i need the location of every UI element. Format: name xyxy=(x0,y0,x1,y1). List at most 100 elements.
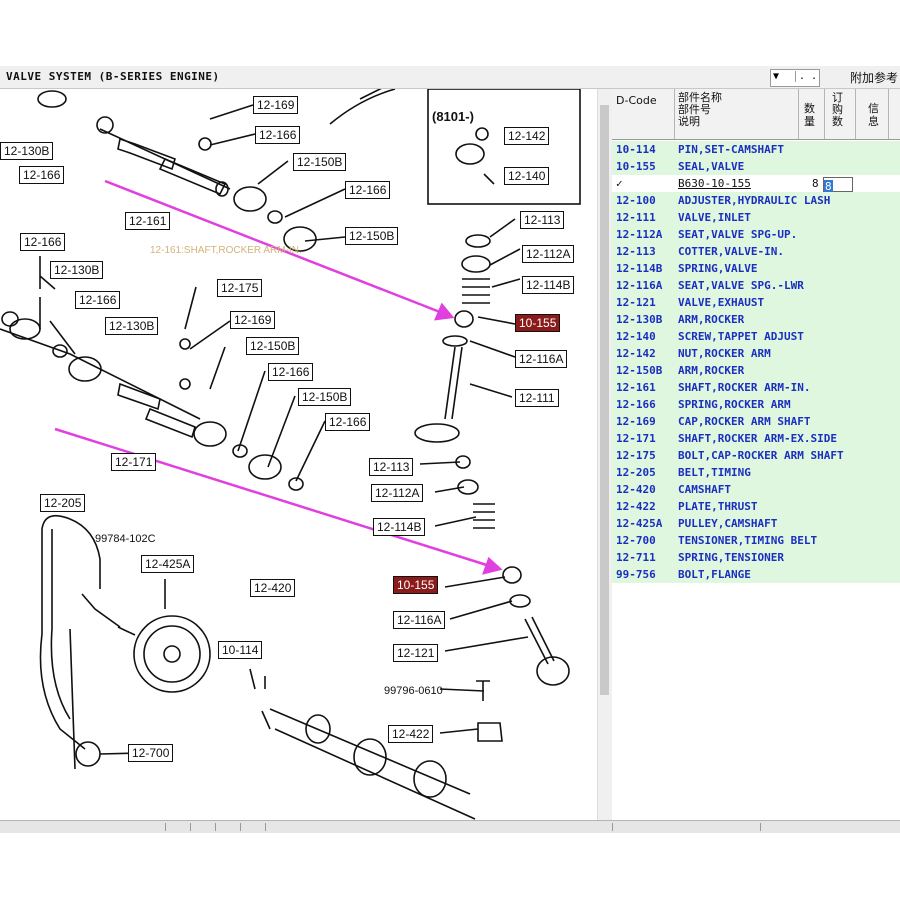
part-label-10-155-selected[interactable]: 10-155 xyxy=(393,576,439,594)
part-label-12-166[interactable]: 12-166 xyxy=(255,126,301,144)
part-number-text[interactable]: 99796-0610 xyxy=(384,685,443,697)
column-header-info-2[interactable]: 息 xyxy=(868,116,879,128)
row-name: SPRING,VALVE xyxy=(678,262,758,275)
row-quantity: 8 xyxy=(812,177,819,190)
scrollbar-thumb[interactable] xyxy=(600,105,609,695)
row-code: 12-171 xyxy=(616,432,656,445)
window-title: VALVE SYSTEM (B-SERIES ENGINE) xyxy=(6,70,220,83)
table-row[interactable]: 12-130B ARM,ROCKER xyxy=(612,311,900,328)
part-label-12-161[interactable]: 12-161 xyxy=(125,212,171,230)
part-label-12-169[interactable]: 12-169 xyxy=(253,96,299,114)
order-quantity-input[interactable]: 8 xyxy=(823,177,853,193)
row-code: 12-711 xyxy=(616,551,656,564)
part-label-12-175[interactable]: 12-175 xyxy=(217,279,263,297)
part-label-12-114b[interactable]: 12-114B xyxy=(522,276,575,294)
table-row[interactable]: 12-142 NUT,ROCKER ARM xyxy=(612,345,900,362)
table-row[interactable]: 12-161 SHAFT,ROCKER ARM-IN. xyxy=(612,379,900,396)
part-label-12-166[interactable]: 12-166 xyxy=(268,363,314,381)
row-name: TENSIONER,TIMING BELT xyxy=(678,534,818,547)
row-name: PULLEY,CAMSHAFT xyxy=(678,517,778,530)
row-name: ARM,ROCKER xyxy=(678,364,745,377)
part-label-12-116a[interactable]: 12-116A xyxy=(393,611,446,629)
table-body: 10-114 PIN,SET-CAMSHAFT 10-155 SEAL,VALVE … xyxy=(612,141,900,583)
table-row[interactable]: 12-420 CAMSHAFT xyxy=(612,481,900,498)
part-label-12-142[interactable]: 12-142 xyxy=(504,127,550,145)
row-name: NUT,ROCKER ARM xyxy=(678,347,771,360)
part-label-12-130b[interactable]: 12-130B xyxy=(50,261,104,279)
part-label-12-425a[interactable]: 12-425A xyxy=(141,555,195,573)
part-label-12-113[interactable]: 12-113 xyxy=(520,211,565,229)
column-header-dcode[interactable]: D-Code xyxy=(616,95,657,107)
chevron-down-icon[interactable]: ▼ xyxy=(773,71,779,82)
part-label-12-700[interactable]: 12-700 xyxy=(128,744,174,762)
part-label-12-150b[interactable]: 12-150B xyxy=(293,153,347,171)
part-label-12-130b[interactable]: 12-130B xyxy=(0,142,54,160)
part-label-12-130b[interactable]: 12-130B xyxy=(105,317,159,335)
part-label-12-140[interactable]: 12-140 xyxy=(504,167,550,185)
table-row[interactable]: 12-205 BELT,TIMING xyxy=(612,464,900,481)
column-header-qty-1[interactable]: 数 xyxy=(804,103,815,115)
part-label-12-166[interactable]: 12-166 xyxy=(19,166,65,184)
inset-box xyxy=(427,89,581,205)
view-select[interactable]: ▼ . . xyxy=(770,69,820,87)
browse-button[interactable]: . . xyxy=(794,71,817,82)
row-name: SPRING,TENSIONER xyxy=(678,551,784,564)
column-header-order-3[interactable]: 数 xyxy=(832,116,843,128)
part-label-12-169[interactable]: 12-169 xyxy=(230,311,276,329)
column-header-qty-2[interactable]: 量 xyxy=(804,116,815,128)
table-row[interactable]: 12-425A PULLEY,CAMSHAFT xyxy=(612,515,900,532)
part-label-12-114b[interactable]: 12-114B xyxy=(373,518,426,536)
row-code: 12-130B xyxy=(616,313,663,326)
table-row[interactable]: 12-113 COTTER,VALVE-IN. xyxy=(612,243,900,260)
reference-label[interactable]: 附加参考 xyxy=(850,69,898,86)
table-row[interactable]: 12-112A SEAT,VALVE SPG-UP. xyxy=(612,226,900,243)
part-label-12-111[interactable]: 12-111 xyxy=(515,389,559,407)
part-label-12-112a[interactable]: 12-112A xyxy=(371,484,424,502)
diagram-scrollbar[interactable] xyxy=(597,89,612,820)
table-row[interactable]: 12-422 PLATE,THRUST xyxy=(612,498,900,515)
table-row[interactable]: 12-166 SPRING,ROCKER ARM xyxy=(612,396,900,413)
table-row[interactable]: 12-150B ARM,ROCKER xyxy=(612,362,900,379)
table-row[interactable]: 12-711 SPRING,TENSIONER xyxy=(612,549,900,566)
table-row-part-number[interactable]: ✓ B630-10-155 8 8 xyxy=(612,175,900,193)
part-label-12-112a[interactable]: 12-112A xyxy=(522,245,575,263)
table-row[interactable]: 12-121 VALVE,EXHAUST xyxy=(612,294,900,311)
table-row[interactable]: 10-114 PIN,SET-CAMSHAFT xyxy=(612,141,900,158)
part-label-12-166[interactable]: 12-166 xyxy=(325,413,371,431)
table-row[interactable]: 12-114B SPRING,VALVE xyxy=(612,260,900,277)
table-row[interactable]: 12-116A SEAT,VALVE SPG.-LWR xyxy=(612,277,900,294)
part-label-12-150b[interactable]: 12-150B xyxy=(345,227,399,245)
table-row[interactable]: 12-171 SHAFT,ROCKER ARM-EX.SIDE xyxy=(612,430,900,447)
part-label-10-114[interactable]: 10-114 xyxy=(218,641,263,659)
part-label-12-171[interactable]: 12-171 xyxy=(111,453,157,471)
part-label-12-113[interactable]: 12-113 xyxy=(369,458,414,476)
part-label-12-205[interactable]: 12-205 xyxy=(40,494,86,512)
table-row[interactable]: 12-700 TENSIONER,TIMING BELT xyxy=(612,532,900,549)
part-label-12-150b[interactable]: 12-150B xyxy=(298,388,352,406)
part-label-12-166[interactable]: 12-166 xyxy=(345,181,391,199)
exploded-parts-diagram[interactable]: 12-161:SHAFT,ROCKER ARM-IN. 12-169 12-16… xyxy=(0,89,597,820)
part-number-text[interactable]: 99784-102C xyxy=(95,533,156,545)
part-label-12-422[interactable]: 12-422 xyxy=(388,725,434,743)
table-row[interactable]: 99-756 BOLT,FLANGE xyxy=(612,566,900,583)
part-label-12-166[interactable]: 12-166 xyxy=(20,233,66,251)
part-label-12-121[interactable]: 12-121 xyxy=(393,644,439,662)
table-row[interactable]: 12-140 SCREW,TAPPET ADJUST xyxy=(612,328,900,345)
table-row[interactable]: 12-111 VALVE,INLET xyxy=(612,209,900,226)
table-row[interactable]: 12-100 ADJUSTER,HYDRAULIC LASH xyxy=(612,192,900,209)
table-header: D-Code 部件名称 部件号 说明 数 量 订 购 数 信 息 xyxy=(612,89,900,140)
column-header-name-3[interactable]: 说明 xyxy=(678,116,700,128)
part-label-10-155-selected[interactable]: 10-155 xyxy=(515,314,561,332)
checkmark-icon[interactable]: ✓ xyxy=(616,175,623,192)
table-row[interactable]: 12-175 BOLT,CAP-ROCKER ARM SHAFT xyxy=(612,447,900,464)
inset-label: (8101-) xyxy=(432,109,474,124)
table-row[interactable]: 10-155 SEAL,VALVE xyxy=(612,158,900,175)
part-label-12-166[interactable]: 12-166 xyxy=(75,291,121,309)
part-label-12-116a[interactable]: 12-116A xyxy=(515,350,568,368)
part-label-12-150b[interactable]: 12-150B xyxy=(246,337,300,355)
table-row[interactable]: 12-169 CAP,ROCKER ARM SHAFT xyxy=(612,413,900,430)
part-label-12-420[interactable]: 12-420 xyxy=(250,579,296,597)
row-name: PIN,SET-CAMSHAFT xyxy=(678,143,784,156)
column-header-info-1[interactable]: 信 xyxy=(868,103,879,115)
row-name: BOLT,CAP-ROCKER ARM SHAFT xyxy=(678,449,844,462)
